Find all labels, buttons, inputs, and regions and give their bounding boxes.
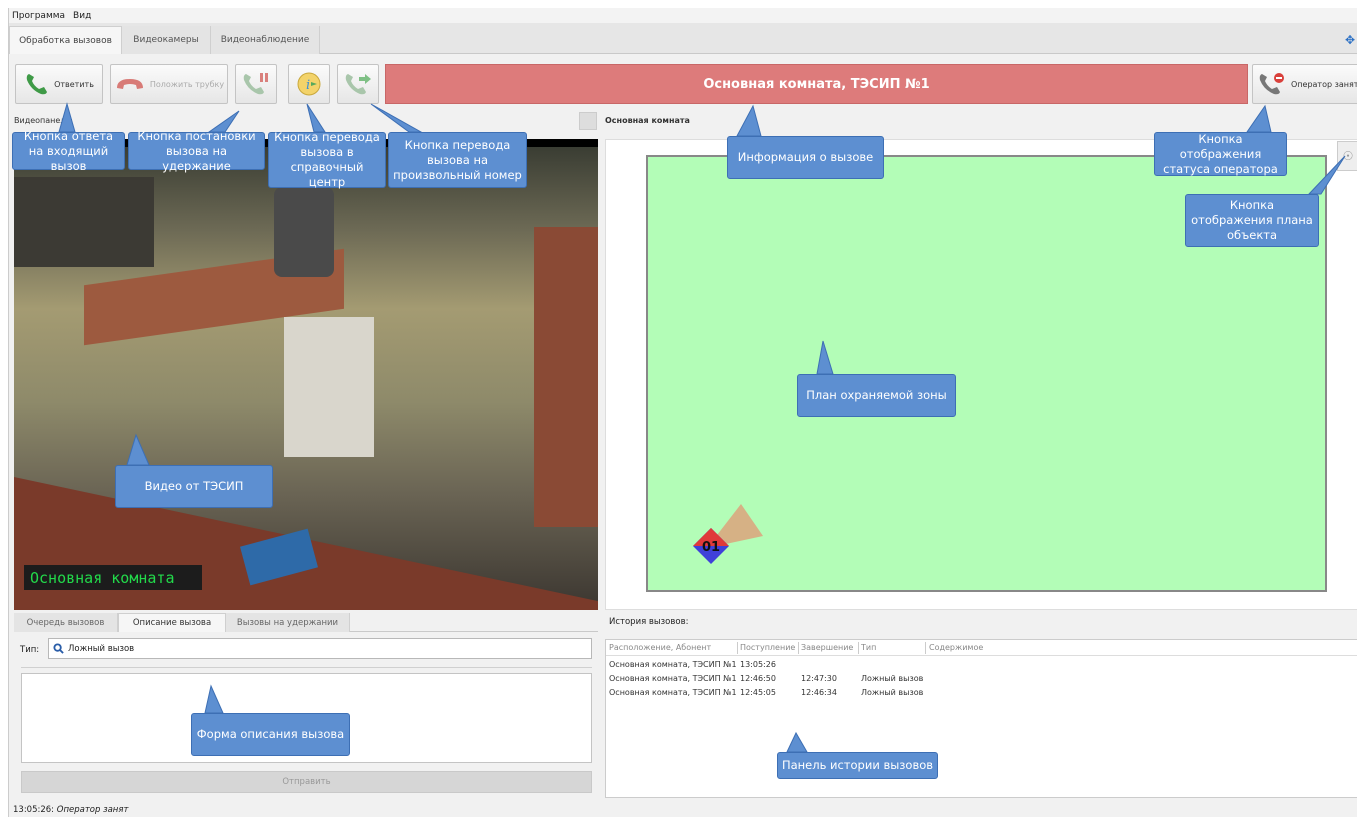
callout-transfer-number: Кнопка перевода вызова на произвольный н… — [388, 132, 527, 188]
row-type: Ложный вызов — [861, 674, 924, 683]
sub-tabs: Очередь вызовов Описание вызова Вызовы н… — [14, 611, 598, 632]
row-end: 12:46:34 — [801, 688, 837, 697]
type-value: Ложный вызов — [68, 643, 135, 654]
expand-button[interactable] — [579, 112, 597, 130]
operator-status-button[interactable]: Оператор занят — [1252, 64, 1357, 104]
tab-call-description[interactable]: Описание вызова — [118, 613, 226, 632]
search-icon — [53, 643, 64, 654]
video-copier — [284, 317, 374, 457]
tab-call-processing[interactable]: Обработка вызовов — [9, 26, 122, 54]
settings-icon[interactable]: ✥ — [1345, 33, 1355, 47]
answer-button[interactable]: Ответить — [15, 64, 103, 104]
table-row[interactable]: Основная комната, ТЭСИП №1 13:05:26 — [606, 659, 1357, 672]
send-button[interactable]: Отправить — [21, 771, 592, 793]
callout-transfer-help: Кнопка перевода вызова в справочный цент… — [268, 130, 386, 189]
transfer-number-button[interactable] — [337, 64, 379, 104]
video-feed: Основная комната — [14, 147, 598, 610]
col-location[interactable]: Расположение, Абонент — [609, 643, 711, 652]
row-location: Основная комната, ТЭСИП №1 — [609, 674, 737, 683]
tab-call-queue[interactable]: Очередь вызовов — [14, 613, 118, 632]
menu-program[interactable]: Программа — [12, 11, 65, 21]
video-panel-label: Видеопанель: — [14, 116, 73, 125]
callout-plan-button: Кнопка отображения плана объекта — [1185, 194, 1319, 247]
menu-bar: Программа Вид — [9, 8, 1357, 23]
row-location: Основная комната, ТЭСИП №1 — [609, 688, 737, 697]
row-location: Основная комната, ТЭСИП №1 — [609, 660, 737, 669]
row-type: Ложный вызов — [861, 688, 924, 697]
video-caption: Основная комната — [24, 565, 202, 590]
callout-form: Форма описания вызова — [191, 713, 350, 756]
status-time: 13:05:26: — [13, 805, 55, 815]
video-desk-right — [534, 227, 598, 527]
phone-hangup-icon — [116, 79, 143, 89]
plan-title: Основная комната — [605, 116, 690, 125]
hangup-label: Положить трубку — [149, 79, 225, 89]
callout-call-info: Информация о вызове — [727, 136, 884, 179]
callout-operator-status: Кнопка отображения статуса оператора — [1154, 132, 1287, 176]
col-type[interactable]: Тип — [861, 643, 876, 652]
row-start: 12:45:05 — [740, 688, 776, 697]
phone-answer-icon — [26, 74, 48, 95]
tab-held-calls[interactable]: Вызовы на удержании — [226, 613, 350, 632]
call-form-panel: Очередь вызовов Описание вызова Вызовы н… — [14, 611, 598, 799]
type-field[interactable]: Ложный вызов — [48, 638, 592, 659]
menu-view[interactable]: Вид — [73, 11, 91, 21]
hold-button[interactable] — [235, 64, 277, 104]
history-label: История вызовов: — [609, 617, 689, 627]
callout-history: Панель истории вызовов — [777, 752, 938, 779]
col-content[interactable]: Содержимое — [929, 643, 983, 652]
history-header: Расположение, Абонент Поступление Заверш… — [606, 640, 1357, 656]
table-row[interactable]: Основная комната, ТЭСИП №1 12:45:05 12:4… — [606, 687, 1357, 700]
transfer-help-button[interactable]: i — [288, 64, 330, 104]
tab-cameras[interactable]: Видеокамеры — [122, 26, 211, 54]
video-chair — [274, 187, 334, 277]
divider — [21, 667, 592, 668]
type-label: Тип: — [20, 645, 40, 655]
row-start: 12:46:50 — [740, 674, 776, 683]
info-transfer-icon: i — [297, 72, 321, 96]
main-tabs: Обработка вызовов Видеокамеры Видеонаблю… — [9, 23, 1357, 54]
call-info-bar: Основная комната, ТЭСИП №1 — [385, 64, 1248, 104]
callout-answer: Кнопка ответа на входящий вызов — [12, 129, 125, 173]
sensor-label: 01 — [702, 540, 720, 555]
col-start[interactable]: Поступление — [740, 643, 795, 652]
history-table: Расположение, Абонент Поступление Заверш… — [605, 639, 1357, 798]
status-bar: 13:05:26: Оператор занят — [13, 805, 128, 815]
table-row[interactable]: Основная комната, ТЭСИП №1 12:46:50 12:4… — [606, 673, 1357, 686]
answer-label: Ответить — [54, 79, 94, 89]
hangup-button[interactable]: Положить трубку — [110, 64, 228, 104]
row-end: 12:47:30 — [801, 674, 837, 683]
video-panel: Основная комната — [14, 139, 598, 610]
phone-hold-icon — [243, 73, 268, 95]
callout-video: Видео от ТЭСИП — [115, 465, 273, 508]
plan-toggle-button[interactable]: ☉ — [1337, 141, 1357, 171]
phone-transfer-icon — [345, 74, 371, 95]
svg-text:i: i — [306, 78, 310, 93]
operator-busy-icon — [1259, 73, 1284, 95]
operator-status-label: Оператор занят — [1291, 79, 1357, 89]
app-window: Программа Вид Обработка вызовов Видеокам… — [8, 8, 1357, 817]
sensor-marker: 01 — [693, 504, 763, 564]
video-shelf — [14, 177, 154, 267]
callout-hold: Кнопка постановки вызова на удержание — [128, 129, 265, 173]
status-text: Оператор занят — [56, 805, 129, 815]
row-start: 13:05:26 — [740, 660, 776, 669]
tab-surveillance[interactable]: Видеонаблюдение — [211, 26, 320, 54]
callout-plan: План охраняемой зоны — [797, 374, 956, 417]
plan-icon: ☉ — [1342, 149, 1354, 163]
col-end[interactable]: Завершение — [801, 643, 853, 652]
